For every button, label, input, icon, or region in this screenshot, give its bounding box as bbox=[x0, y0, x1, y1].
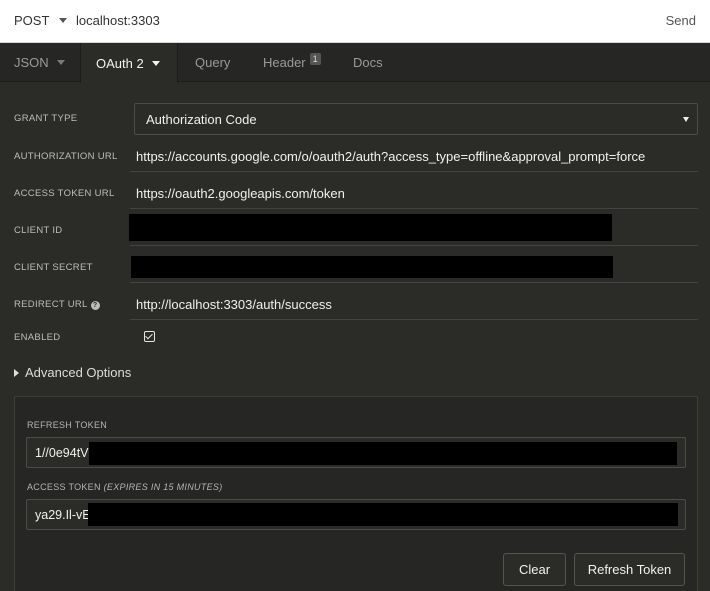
advanced-options-label: Advanced Options bbox=[25, 365, 132, 380]
tab-label: Docs bbox=[353, 55, 383, 70]
grant-type-select[interactable]: Authorization Code bbox=[134, 103, 698, 135]
tab-header[interactable]: Header 1 bbox=[263, 43, 321, 82]
tab-label: Header bbox=[263, 55, 306, 70]
access-token-url-input[interactable]: https://oauth2.googleapis.com/token bbox=[136, 186, 345, 201]
authorization-url-label: AUTHORIZATION URL bbox=[14, 151, 118, 162]
redirect-url-input[interactable]: http://localhost:3303/auth/success bbox=[136, 297, 332, 312]
help-icon[interactable]: ? bbox=[90, 301, 100, 310]
tab-docs[interactable]: Docs bbox=[353, 43, 383, 82]
divider bbox=[130, 208, 698, 209]
access-token-expiry-note: (EXPIRES IN 15 MINUTES) bbox=[103, 482, 223, 492]
access-token-value: ya29.Il-vE bbox=[35, 507, 91, 522]
redirect-url-label: REDIRECT URL bbox=[14, 299, 88, 310]
client-secret-input[interactable] bbox=[131, 256, 613, 278]
client-id-input[interactable] bbox=[129, 214, 612, 241]
divider bbox=[130, 319, 698, 320]
tab-oauth2[interactable]: OAuth 2 bbox=[80, 43, 178, 83]
request-tabs: JSON OAuth 2 Query Header 1 Docs bbox=[0, 43, 710, 83]
grant-type-value: Authorization Code bbox=[146, 111, 257, 127]
access-token-redaction bbox=[88, 503, 678, 526]
enabled-label: ENABLED bbox=[14, 332, 61, 343]
access-token-label: ACCESS TOKEN bbox=[27, 482, 101, 492]
advanced-options-toggle[interactable]: Advanced Options bbox=[14, 365, 131, 380]
chevron-down-icon bbox=[683, 117, 689, 122]
method-dropdown[interactable]: POST bbox=[14, 13, 68, 28]
refresh-token-redaction bbox=[89, 442, 677, 465]
divider bbox=[130, 245, 698, 246]
refresh-token-button[interactable]: Refresh Token bbox=[574, 553, 685, 586]
authorization-url-input[interactable]: https://accounts.google.com/o/oauth2/aut… bbox=[136, 149, 645, 164]
client-id-label: CLIENT ID bbox=[14, 225, 63, 236]
triangle-right-icon bbox=[14, 368, 19, 377]
divider bbox=[130, 171, 698, 172]
tab-label: OAuth 2 bbox=[96, 55, 144, 71]
header-count-badge: 1 bbox=[309, 52, 321, 65]
grant-type-label: GRANT TYPE bbox=[14, 113, 78, 124]
tab-query[interactable]: Query bbox=[195, 43, 230, 82]
send-button[interactable]: Send bbox=[666, 13, 696, 28]
url-bar: POST localhost:3303 Send bbox=[0, 0, 710, 43]
access-token-url-label: ACCESS TOKEN URL bbox=[14, 188, 115, 199]
tab-json[interactable]: JSON bbox=[14, 43, 65, 82]
refresh-token-label: REFRESH TOKEN bbox=[27, 420, 108, 430]
refresh-token-value: 1//0e94tV bbox=[35, 445, 89, 460]
method-label: POST bbox=[14, 13, 50, 28]
chevron-down-icon bbox=[59, 18, 68, 23]
access-token-label-wrap: ACCESS TOKEN (EXPIRES IN 15 MINUTES) bbox=[27, 482, 223, 492]
chevron-down-icon bbox=[151, 60, 160, 66]
divider bbox=[130, 282, 698, 283]
redirect-url-label-wrap: REDIRECT URL? bbox=[14, 299, 100, 310]
url-input[interactable]: localhost:3303 bbox=[76, 13, 160, 28]
tab-label: JSON bbox=[14, 55, 49, 70]
client-secret-label: CLIENT SECRET bbox=[14, 262, 93, 273]
enabled-checkbox[interactable] bbox=[144, 331, 155, 342]
chevron-down-icon bbox=[56, 60, 65, 65]
tab-label: Query bbox=[195, 55, 231, 70]
clear-button[interactable]: Clear bbox=[503, 553, 566, 586]
